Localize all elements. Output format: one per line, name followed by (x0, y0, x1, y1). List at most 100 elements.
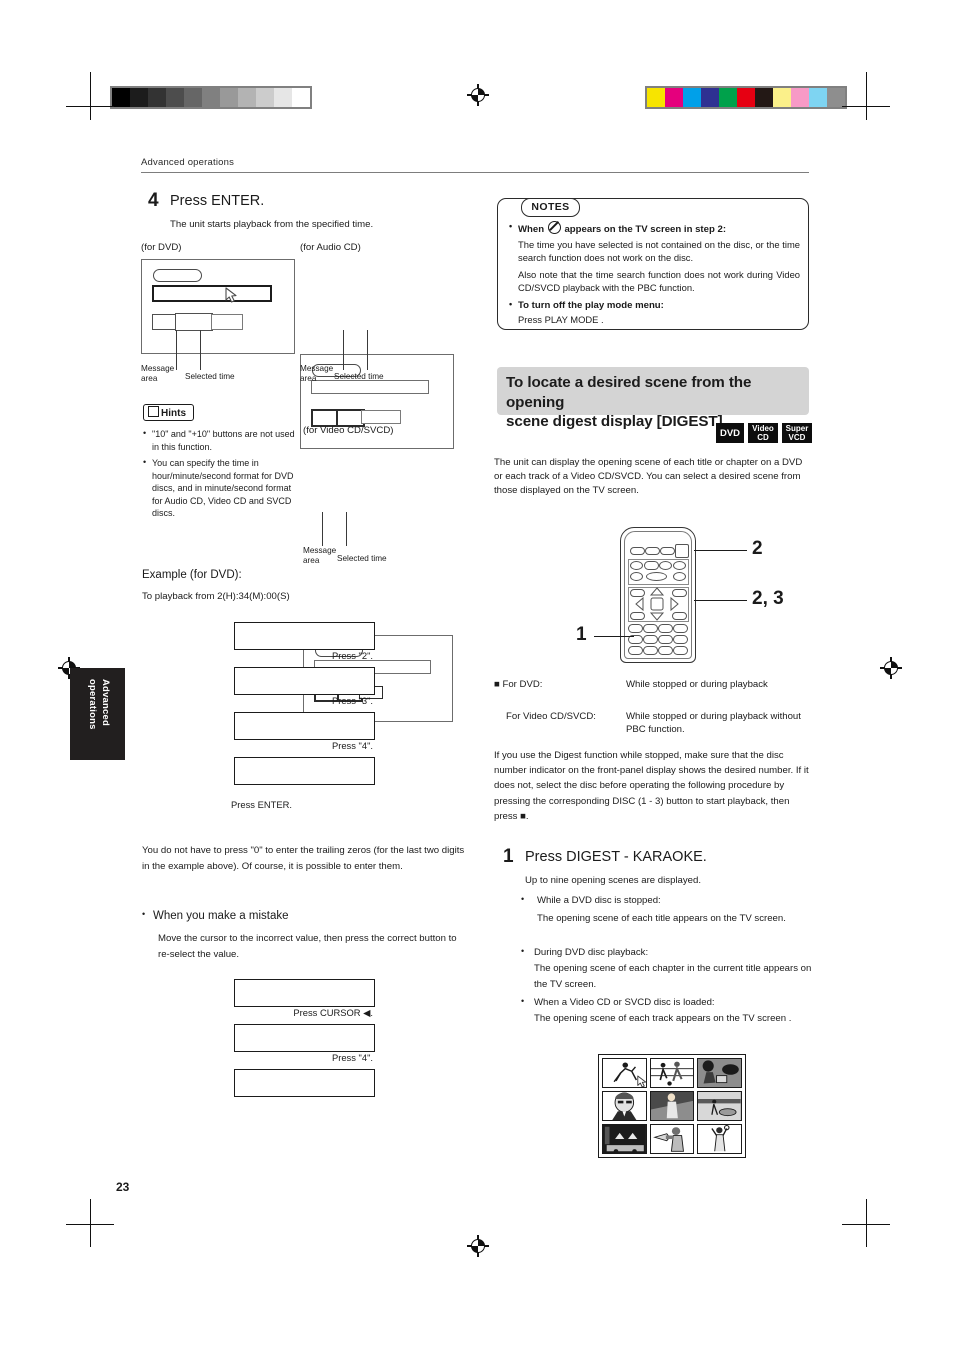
gray-swatch (220, 88, 238, 107)
crop-mark (866, 72, 868, 120)
badge-dvd-line1: DVD (719, 427, 741, 439)
remote-button[interactable] (645, 547, 660, 555)
gray-swatch (184, 88, 202, 107)
remote-button[interactable] (643, 635, 658, 644)
osd-field-second (211, 314, 243, 330)
crop-mark (866, 1199, 868, 1247)
chapter-side-tab: Advanced operations (70, 668, 125, 760)
caption-selected-time-dvd: Selected time (185, 372, 235, 381)
hand-pointer-icon (148, 406, 159, 417)
remote-button[interactable] (658, 635, 673, 644)
disc-type-badges: DVD Video CD Super VCD (716, 423, 812, 443)
caption-selected-time-audiocd: Selected time (334, 372, 384, 381)
mistake-step-caption: Press CURSOR ◀. (293, 1007, 373, 1018)
gray-swatch (148, 88, 166, 107)
digest-scene-8[interactable] (649, 1124, 695, 1154)
availability-label-videocd: For Video CD/SVCD: (506, 711, 596, 722)
remote-button[interactable] (673, 624, 688, 633)
crop-mark (66, 1224, 114, 1226)
hints-label: Hints (161, 408, 186, 419)
step-1-bullet-body: The opening scene of each title appears … (537, 913, 786, 924)
digest-scene-grid[interactable] (598, 1054, 746, 1158)
digest-scene-7[interactable] (602, 1124, 647, 1154)
mistake-block: When you make a mistake (142, 909, 467, 928)
remote-button-pause[interactable] (659, 561, 672, 570)
mistake-body: Move the cursor to the incorrect value, … (158, 933, 457, 960)
callout-line-1 (594, 636, 634, 638)
remote-button-ff[interactable] (673, 561, 686, 570)
remote-button-open-close[interactable] (675, 544, 689, 558)
callout-number-2-3: 2, 3 (752, 588, 784, 609)
remote-button[interactable] (643, 624, 658, 633)
remote-button[interactable] (658, 624, 673, 633)
notes-bullet-1-pre: When (518, 224, 545, 235)
badge-super-vcd-line1: Super (785, 423, 809, 433)
osd-field-blank (361, 410, 401, 424)
registration-mark-top (467, 84, 489, 106)
notes-bullet-1-p1: The time you have selected is not contai… (518, 239, 800, 263)
digest-scene-4[interactable] (602, 1091, 647, 1121)
digest-scene-6[interactable] (697, 1091, 742, 1121)
remote-button-play[interactable] (646, 572, 667, 581)
badge-super-vcd: Super VCD (782, 423, 812, 443)
screen-label-videocd: (for Video CD/SVCD) (303, 425, 394, 436)
section-heading: To locate a desired scene from the openi… (497, 367, 809, 430)
step-1-number: 1 (503, 846, 514, 867)
digest-scene-5[interactable] (649, 1091, 695, 1121)
color-swatch (665, 88, 683, 107)
crop-mark (90, 1199, 92, 1247)
badge-video-cd: Video CD (748, 423, 778, 443)
mistake-display-box (234, 1069, 375, 1097)
digest-scene-3[interactable] (697, 1058, 742, 1088)
remote-button-next[interactable] (673, 572, 686, 581)
remote-control-illustration (620, 527, 696, 663)
crop-mark (842, 106, 890, 108)
step-1-heading: Press DIGEST - KARAOKE. (525, 849, 707, 865)
example-step-caption: Press "2". (331, 650, 373, 661)
digest-scene-9[interactable] (697, 1124, 742, 1154)
availability-label-dvd: ■ For DVD: (494, 679, 543, 690)
remote-button[interactable] (673, 646, 688, 655)
notes-body: When appears on the TV screen in step 2:… (508, 220, 800, 332)
mistake-step-caption: Press "4". (331, 1052, 373, 1063)
digest-scene-2[interactable] (649, 1058, 695, 1088)
osd-message-pill (153, 269, 202, 282)
color-swatch (683, 88, 701, 107)
cursor-arrow-icon (225, 287, 237, 303)
color-calibration-strip (645, 86, 847, 109)
color-swatch (827, 88, 845, 107)
remote-button[interactable] (673, 635, 688, 644)
gray-swatch (166, 88, 184, 107)
chapter-side-tab-label: Advanced operations (87, 679, 111, 730)
header-rule (141, 172, 809, 173)
example-step-caption: Press ENTER. (231, 799, 292, 810)
remote-button-rew[interactable] (630, 561, 643, 570)
screen-label-dvd: (for DVD) (141, 242, 182, 253)
leader-line (343, 330, 345, 370)
remote-button-stop[interactable] (644, 561, 659, 570)
registration-mark-right (880, 657, 902, 679)
step-4-heading: Press ENTER. (170, 193, 265, 209)
no-entry-icon (547, 221, 561, 234)
remote-button[interactable] (630, 547, 645, 555)
color-swatch (809, 88, 827, 107)
digest-scene-1[interactable] (602, 1058, 647, 1088)
badge-video-cd-line1: Video (752, 423, 774, 433)
remote-button[interactable] (628, 624, 643, 633)
remote-button[interactable] (643, 646, 658, 655)
caption-selected-time-videocd: Selected time (337, 554, 387, 563)
step-1-bullet-body: The opening scene of each chapter in the… (534, 963, 812, 990)
remote-button[interactable] (660, 547, 675, 555)
callout-line-23 (694, 600, 747, 602)
running-head: Advanced operations (141, 157, 235, 168)
color-swatch (737, 88, 755, 107)
remote-button[interactable] (628, 646, 643, 655)
caption-message-area-dvd: Message area (141, 364, 175, 384)
remote-button[interactable] (658, 646, 673, 655)
remote-button-prev[interactable] (630, 572, 643, 581)
remote-cursor-pad[interactable] (635, 587, 679, 621)
notes-bullet-1: When appears on the TV screen in step 2: (508, 220, 800, 236)
notes-bullet-1-post: appears on the TV screen in step 2: (564, 224, 727, 235)
osd-field-minute (175, 313, 213, 331)
gray-swatch (112, 88, 130, 107)
